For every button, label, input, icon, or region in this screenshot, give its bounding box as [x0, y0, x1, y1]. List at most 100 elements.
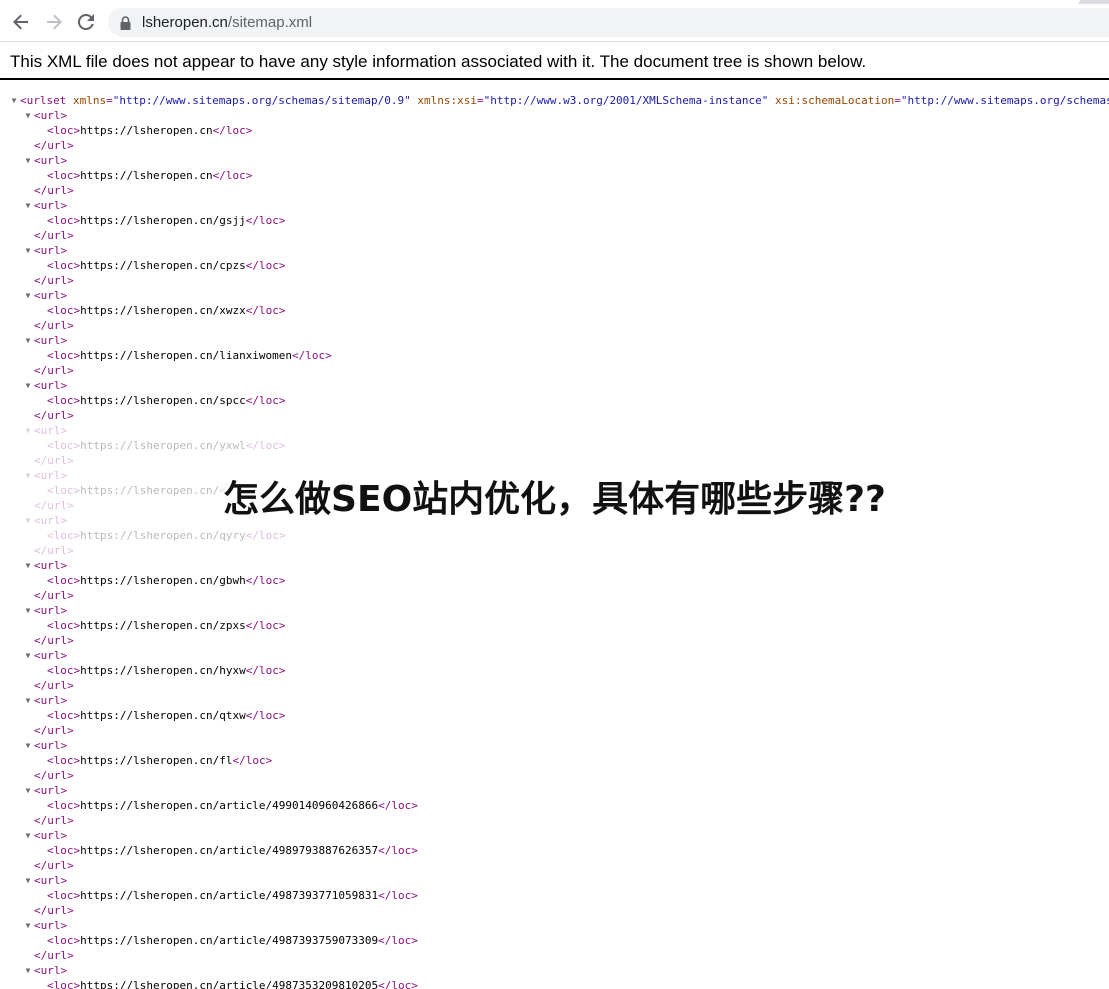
loc-open-tag: <loc>	[47, 709, 81, 722]
loc-open-tag: <loc>	[47, 889, 81, 902]
url-close-line: </url>	[34, 903, 74, 918]
root-attr-value: "http://www.w3.org/2001/XMLSchema-instan…	[483, 94, 769, 107]
url-open-line: ▼ <url>	[26, 873, 68, 888]
url-close-tag: </url>	[34, 364, 74, 377]
url-open-line: ▼ <url>	[26, 648, 68, 663]
loc-open-tag: <loc>	[47, 439, 81, 452]
loc-line: <loc>https://lsheropen.cn/article/498739…	[47, 888, 418, 903]
collapse-toggle-icon[interactable]: ▼	[23, 333, 33, 348]
url-close-line: </url>	[34, 678, 74, 693]
collapse-toggle-icon[interactable]: ▼	[23, 693, 33, 708]
url-close-tag: </url>	[34, 544, 74, 557]
root-attr-value: "http://www.sitemaps.org/schemas/sitemap…	[900, 94, 1109, 107]
url-close-line: </url>	[34, 318, 74, 333]
collapse-toggle-icon[interactable]: ▼	[23, 198, 33, 213]
loc-close-tag: </loc>	[245, 619, 286, 632]
loc-close-tag: </loc>	[378, 979, 418, 989]
collapse-toggle-icon[interactable]: ▼	[23, 153, 33, 168]
collapse-toggle-icon[interactable]: ▼	[23, 603, 33, 618]
loc-value: https://lsheropen.cn/fl	[80, 754, 233, 767]
back-button[interactable]	[7, 8, 35, 36]
loc-open-tag: <loc>	[47, 574, 81, 587]
collapse-toggle-icon[interactable]: ▼	[23, 783, 33, 798]
url-open-tag: <url>	[34, 289, 68, 302]
address-bar[interactable]: lsheropen.cn/sitemap.xml	[108, 8, 1109, 37]
loc-value: https://lsheropen.cn/hyxw	[80, 664, 246, 677]
loc-line: <loc>https://lsheropen.cn/gsjj</loc>	[47, 213, 285, 228]
loc-close-tag: </loc>	[245, 664, 286, 677]
loc-close-tag: </loc>	[245, 394, 286, 407]
url-open-line: ▼ <url>	[26, 423, 68, 438]
url-open-line: ▼ <url>	[26, 288, 68, 303]
loc-value: https://lsheropen.cn/article/49873937710…	[80, 889, 379, 902]
url-open-line: ▼ <url>	[26, 828, 68, 843]
lock-icon[interactable]	[120, 15, 132, 30]
url-close-tag: </url>	[34, 589, 74, 602]
browser-toolbar: lsheropen.cn/sitemap.xml	[0, 4, 1109, 42]
loc-line: <loc>https://lsheropen.cn/xwzx</loc>	[47, 303, 285, 318]
loc-line: <loc>https://lsheropen.cn/article/499014…	[47, 798, 418, 813]
collapse-toggle-icon[interactable]: ▼	[23, 648, 33, 663]
loc-open-tag: <loc>	[47, 124, 81, 137]
notice-divider	[0, 78, 1109, 80]
loc-value: https://lsheropen.cn/qtxw	[80, 709, 246, 722]
loc-close-tag: </loc>	[378, 934, 418, 947]
url-close-tag: </url>	[34, 184, 74, 197]
loc-close-tag: </loc>	[245, 214, 286, 227]
url-close-tag: </url>	[34, 634, 74, 647]
forward-button[interactable]	[40, 8, 68, 36]
url-close-line: </url>	[34, 543, 74, 558]
url-close-tag: </url>	[34, 274, 74, 287]
url-close-tag: </url>	[34, 454, 74, 467]
url-close-line: </url>	[34, 363, 74, 378]
url-open-tag: <url>	[34, 919, 68, 932]
loc-open-tag: <loc>	[47, 799, 81, 812]
loc-close-tag: </loc>	[245, 259, 286, 272]
loc-line: <loc>https://lsheropen.cn/zpxs</loc>	[47, 618, 285, 633]
url-text[interactable]: lsheropen.cn/sitemap.xml	[142, 14, 312, 31]
url-open-tag: <url>	[34, 424, 68, 437]
collapse-toggle-icon[interactable]: ▼	[23, 738, 33, 753]
url-close-line: </url>	[34, 138, 74, 153]
loc-value: https://lsheropen.cn/gsjj	[80, 214, 246, 227]
url-close-line: </url>	[34, 723, 74, 738]
url-open-tag: <url>	[34, 559, 68, 572]
loc-value: https://lsheropen.cn/spcc	[80, 394, 246, 407]
url-open-line: ▼ <url>	[26, 378, 68, 393]
collapse-toggle-icon[interactable]: ▼	[23, 288, 33, 303]
collapse-toggle-icon[interactable]: ▼	[23, 558, 33, 573]
loc-close-tag: </loc>	[245, 304, 286, 317]
url-close-line: </url>	[34, 768, 74, 783]
collapse-toggle-icon[interactable]: ▼	[23, 423, 33, 438]
loc-value: https://lsheropen.cn/yxwl	[80, 439, 246, 452]
loc-open-tag: <loc>	[47, 394, 81, 407]
collapse-toggle-icon[interactable]: ▼	[23, 873, 33, 888]
url-close-tag: </url>	[34, 949, 74, 962]
loc-value: https://lsheropen.cn/gbwh	[80, 574, 246, 587]
loc-line: <loc>https://lsheropen.cn/spcc</loc>	[47, 393, 285, 408]
url-open-tag: <url>	[34, 154, 68, 167]
root-attr-value: "http://www.sitemaps.org/schemas/sitemap…	[112, 94, 411, 107]
loc-value: https://lsheropen.cn/article/49897938876…	[80, 844, 379, 857]
collapse-toggle-icon[interactable]: ▼	[23, 963, 33, 978]
collapse-toggle-icon[interactable]: ▼	[23, 243, 33, 258]
loc-line: <loc>https://lsheropen.cn/article/498739…	[47, 933, 418, 948]
loc-close-tag: </loc>	[378, 799, 418, 812]
url-open-line: ▼ <url>	[26, 153, 68, 168]
collapse-toggle-icon[interactable]: ▼	[23, 378, 33, 393]
loc-close-tag: </loc>	[212, 169, 253, 182]
arrow-left-icon	[13, 14, 29, 30]
collapse-toggle-icon[interactable]: ▼	[23, 918, 33, 933]
collapse-toggle-icon[interactable]: ▼	[9, 93, 19, 108]
url-close-tag: </url>	[34, 679, 74, 692]
loc-open-tag: <loc>	[47, 844, 81, 857]
loc-value: https://lsheropen.cn/article/49873937590…	[80, 934, 379, 947]
reload-button[interactable]	[72, 8, 100, 36]
url-open-tag: <url>	[34, 694, 68, 707]
loc-open-tag: <loc>	[47, 754, 81, 767]
collapse-toggle-icon[interactable]: ▼	[23, 828, 33, 843]
url-open-tag: <url>	[34, 334, 68, 347]
url-close-tag: </url>	[34, 409, 74, 422]
loc-value: https://lsheropen.cn/lianxiwomen	[80, 349, 293, 362]
collapse-toggle-icon[interactable]: ▼	[23, 108, 33, 123]
